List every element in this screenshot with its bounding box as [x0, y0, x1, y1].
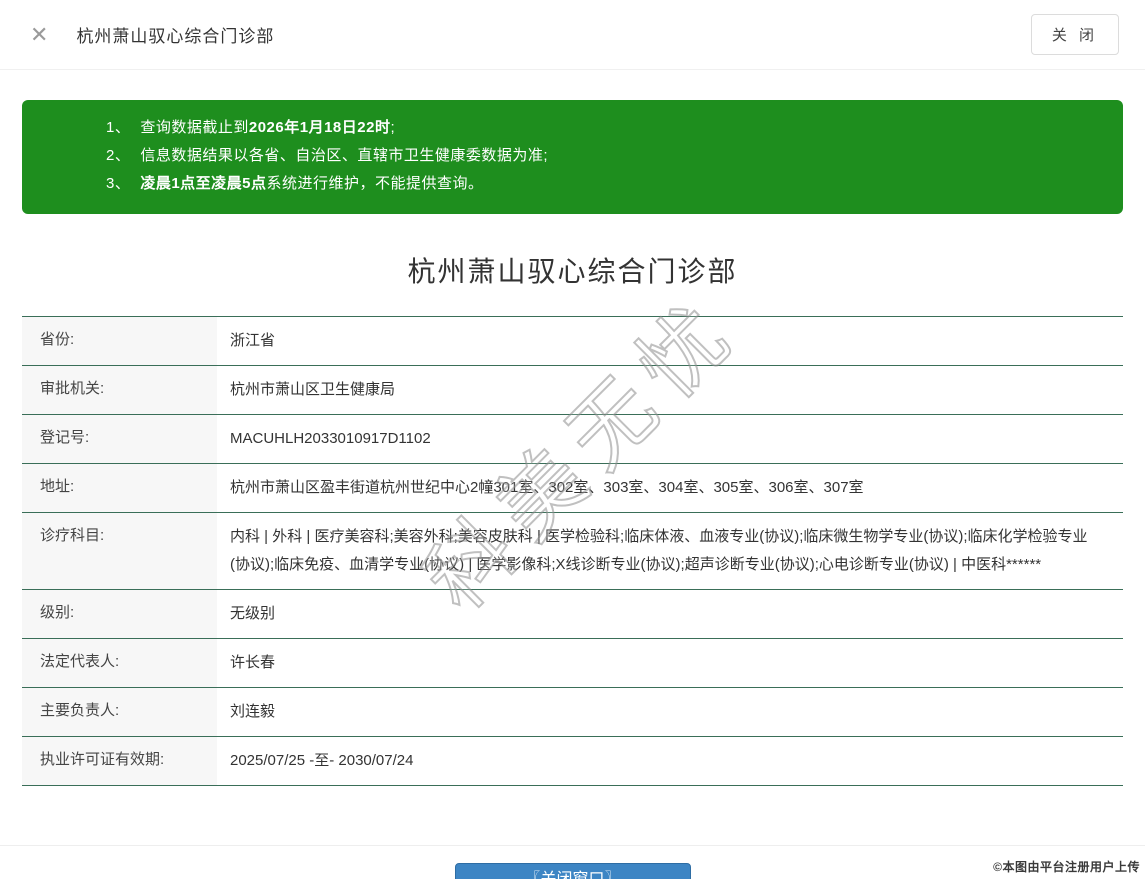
- row-label: 省份:: [22, 317, 217, 365]
- close-window-button[interactable]: 〖关闭窗口〗: [454, 863, 691, 879]
- close-x-icon[interactable]: ✕: [30, 23, 48, 46]
- page-title: 杭州萧山驭心综合门诊部: [407, 256, 738, 287]
- table-row: 级别: 无级别: [22, 590, 1123, 639]
- table-row: 审批机关: 杭州市萧山区卫生健康局: [22, 366, 1123, 415]
- table-row: 地址: 杭州市萧山区盈丰街道杭州世纪中心2幢301室、302室、303室、304室…: [22, 464, 1123, 513]
- notice-line-text: 信息数据结果以各省、自治区、直辖市卫生健康委数据为准;: [140, 147, 549, 164]
- table-row: 省份: 浙江省: [22, 317, 1123, 366]
- info-table: 省份: 浙江省 审批机关: 杭州市萧山区卫生健康局 登记号: MACUHLH2033010…: [22, 316, 1123, 786]
- notice-box: 1、 查询数据截止到2026年1月18日22时; 2、 信息数据结果以各省、自治区、直…: [22, 100, 1123, 214]
- row-label: 诊疗科目:: [22, 513, 217, 589]
- row-label: 地址:: [22, 464, 217, 512]
- row-label: 审批机关:: [22, 366, 217, 414]
- row-value: 刘连毅: [230, 703, 276, 720]
- table-row: 执业许可证有效期: 2025/07/25 -至- 2030/07/24: [22, 737, 1123, 786]
- notice-line: 2、 信息数据结果以各省、自治区、直辖市卫生健康委数据为准;: [106, 142, 1103, 170]
- table-row: 登记号: MACUHLH2033010917D1102: [22, 415, 1123, 464]
- table-row: 主要负责人: 刘连毅: [22, 688, 1123, 737]
- notice-line-number: 3、: [106, 175, 131, 192]
- row-value: 许长春: [230, 654, 276, 671]
- notice-line-text: 查询数据截止到2026年1月18日22时;: [140, 119, 396, 136]
- notice-line-number: 1、: [106, 119, 131, 136]
- notice-line-text: 凌晨1点至凌晨5点系统进行维护，不能提供查询。: [140, 175, 484, 192]
- row-value: MACUHLH2033010917D1102: [230, 430, 431, 447]
- row-value: 内科 | 外科 | 医疗美容科;美容外科;美容皮肤科 | 医学检验科;临床体液、…: [230, 528, 1088, 573]
- table-row: 法定代表人: 许长春: [22, 639, 1123, 688]
- row-value: 2025/07/25 -至- 2030/07/24: [230, 752, 414, 769]
- row-value: 杭州市萧山区卫生健康局: [230, 381, 396, 398]
- row-label: 主要负责人:: [22, 688, 217, 736]
- row-label: 执业许可证有效期:: [22, 737, 217, 785]
- row-label: 登记号:: [22, 415, 217, 463]
- copyright-watermark: ©本图由平台注册用户上传: [993, 860, 1140, 874]
- header-bar: ✕ 杭州萧山驭心综合门诊部 关 闭: [0, 0, 1145, 70]
- row-label: 级别:: [22, 590, 217, 638]
- row-value: 无级别: [230, 605, 276, 622]
- table-row: 诊疗科目: 内科 | 外科 | 医疗美容科;美容外科;美容皮肤科 | 医学检验科;…: [22, 513, 1123, 590]
- header-title: 杭州萧山驭心综合门诊部: [76, 27, 275, 46]
- row-value: 浙江省: [230, 332, 276, 349]
- close-button[interactable]: 关 闭: [1030, 14, 1119, 55]
- row-label: 法定代表人:: [22, 639, 217, 687]
- notice-line: 1、 查询数据截止到2026年1月18日22时;: [106, 114, 1103, 142]
- notice-line: 3、 凌晨1点至凌晨5点系统进行维护，不能提供查询。: [106, 170, 1103, 198]
- notice-line-number: 2、: [106, 147, 131, 164]
- footer: 〖关闭窗口〗: [0, 846, 1145, 879]
- row-value: 杭州市萧山区盈丰街道杭州世纪中心2幢301室、302室、303室、304室、30…: [230, 479, 864, 496]
